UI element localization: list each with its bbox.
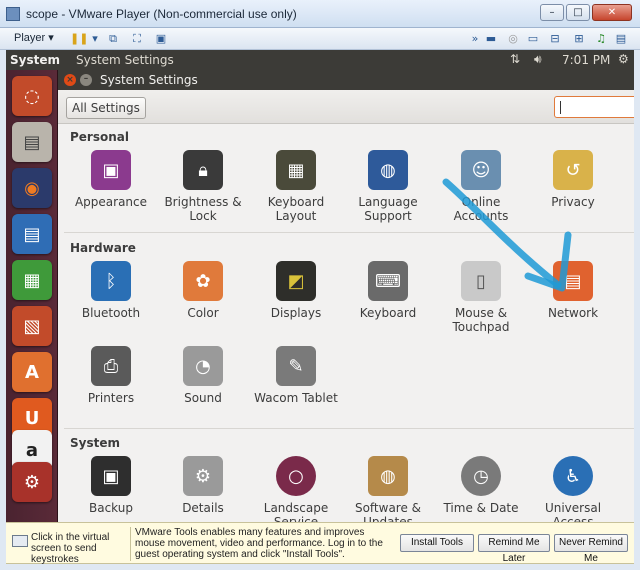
vmware-app-icon xyxy=(6,7,20,21)
libreoffice-writer-icon[interactable]: ▤ xyxy=(12,214,52,254)
sound-card-icon[interactable]: ♫ xyxy=(594,32,608,45)
panel-app-name: System xyxy=(10,53,60,67)
vmware-toolbar: Player ▾ ❚❚ ▾ ⧉ ⛶ ▣ » ▬ ◎ ▭ ⊟ ⊞ ♫ ▤ xyxy=(0,28,640,50)
panel-window-name: System Settings xyxy=(76,53,174,67)
fullscreen-icon[interactable]: ⛶ xyxy=(130,32,144,45)
message-log-icon[interactable]: ▤ xyxy=(614,32,628,45)
hard-disk-icon[interactable]: ▬ xyxy=(484,32,498,45)
files-icon[interactable]: ▤ xyxy=(12,122,52,162)
keyboard-hint-icon xyxy=(12,535,28,547)
tools-bar-separator xyxy=(130,527,131,561)
minimize-button[interactable]: – xyxy=(540,4,564,21)
network-transfer-icon[interactable]: ⇅ xyxy=(510,52,520,66)
libreoffice-calc-icon[interactable]: ▦ xyxy=(12,260,52,300)
vmware-tools-bar: Click in the virtual screen to send keys… xyxy=(6,522,634,565)
vmware-tools-message: VMware Tools enables many features and i… xyxy=(135,527,383,560)
firefox-icon[interactable]: ◉ xyxy=(12,168,52,208)
annotation-arrow xyxy=(442,178,572,292)
maximize-button[interactable]: □ xyxy=(566,4,590,21)
software-center-icon[interactable]: A xyxy=(12,352,52,392)
floppy-icon[interactable]: ▭ xyxy=(526,32,540,45)
remind-me-later-button[interactable]: Remind Me Later xyxy=(478,534,550,564)
device-more-icon[interactable]: » xyxy=(468,32,482,45)
libreoffice-impress-icon[interactable]: ▧ xyxy=(12,306,52,346)
network-adapter-icon[interactable]: ⊟ xyxy=(548,32,562,45)
unity-icon[interactable]: ▣ xyxy=(154,32,168,45)
cd-dvd-icon[interactable]: ◎ xyxy=(506,32,520,45)
volume-icon[interactable]: 🔊︎ xyxy=(534,52,542,67)
pause-icon[interactable]: ❚❚ xyxy=(70,32,88,45)
keystroke-hint: Click in the virtual screen to send keys… xyxy=(31,532,110,565)
system-settings-icon[interactable]: ⚙ xyxy=(12,462,52,502)
install-tools-button[interactable]: Install Tools xyxy=(400,534,474,552)
usb-icon[interactable]: ⊞ xyxy=(572,32,586,45)
ubuntu-top-panel: System System Settings ⇅ 🔊︎ 7:01 PM ⚙ xyxy=(6,50,634,70)
window-title: scope - VMware Player (Non-commercial us… xyxy=(26,7,297,21)
panel-clock[interactable]: 7:01 PM xyxy=(562,53,610,67)
vmware-title-bar: scope - VMware Player (Non-commercial us… xyxy=(0,0,640,28)
never-remind-me-button[interactable]: Never Remind Me xyxy=(554,534,628,564)
pause-dropdown-icon[interactable]: ▾ xyxy=(88,32,102,45)
power-gear-icon[interactable]: ⚙ xyxy=(618,52,629,66)
system-settings-window: × – System Settings All Settings Persona… xyxy=(58,70,634,522)
send-ctrl-alt-del-icon[interactable]: ⧉ xyxy=(106,32,120,45)
player-menu[interactable]: Player ▾ xyxy=(14,31,54,44)
close-button[interactable]: ✕ xyxy=(592,4,632,21)
unity-launcher: ◌ ▤ ◉ ▤ ▦ ▧ A U a ⚙ xyxy=(6,70,58,522)
dash-home-icon[interactable]: ◌ xyxy=(12,76,52,116)
